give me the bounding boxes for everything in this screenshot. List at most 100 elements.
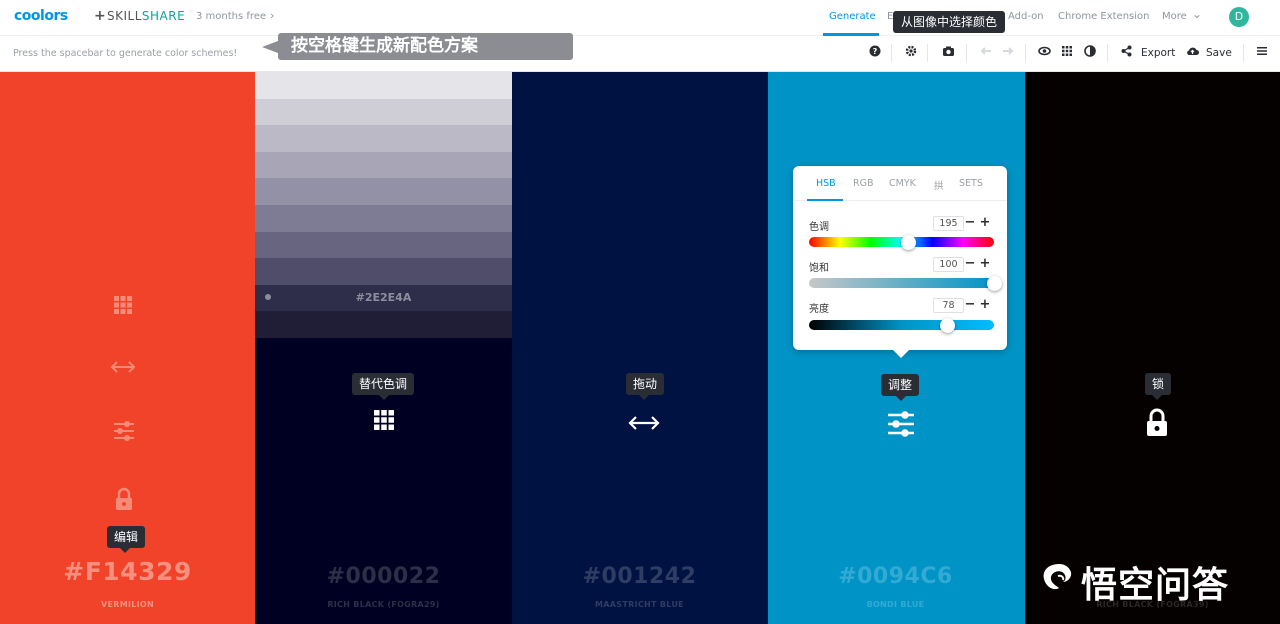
- tooltip-arrow: [896, 396, 906, 401]
- cloud-icon[interactable]: [1186, 45, 1199, 62]
- edit-tooltip: 编辑: [107, 526, 146, 548]
- menu-icon[interactable]: [1256, 45, 1268, 62]
- alternative-shades-tooltip: 替代色调: [352, 373, 415, 395]
- skillshare-logo[interactable]: SKILLSHARE: [107, 9, 185, 23]
- shade-swatch[interactable]: [255, 311, 512, 339]
- contrast-icon[interactable]: [1084, 45, 1096, 62]
- hue-value[interactable]: 195: [933, 216, 964, 231]
- color-name-2: RICH BLACK (FOGRA29): [327, 600, 440, 609]
- camera-icon[interactable]: [942, 45, 955, 62]
- save-button[interactable]: Save: [1206, 45, 1232, 61]
- nav-active-underline: [823, 33, 879, 36]
- drag-icon[interactable]: [110, 358, 136, 381]
- tab-rgb[interactable]: RGB: [853, 178, 873, 189]
- color-name-3: MAASTRICHT BLUE: [595, 600, 684, 609]
- promo-link[interactable]: 3 months free: [196, 11, 266, 22]
- hue-label: 色调: [809, 222, 829, 233]
- nav-addon[interactable]: Add-on: [1008, 11, 1044, 22]
- hex-code-4[interactable]: #0094C6: [768, 564, 1023, 589]
- hue-slider-handle[interactable]: [901, 234, 917, 250]
- color-name-4: BONDI BLUE: [866, 600, 925, 609]
- pick-from-image-tooltip: 从图像中选择颜色: [893, 11, 1006, 33]
- nav-generate[interactable]: Generate: [829, 11, 876, 22]
- shade-swatch[interactable]: [255, 98, 512, 126]
- adjust-icon[interactable]: [886, 409, 916, 444]
- adjust-icon[interactable]: [112, 419, 136, 448]
- drag-tooltip: 拖动: [626, 373, 665, 395]
- brightness-increment-button[interactable]: +: [978, 298, 992, 312]
- toolbar-divider: [1025, 44, 1026, 62]
- saturation-value[interactable]: 100: [933, 257, 964, 272]
- alternative-shades-icon[interactable]: [113, 295, 133, 320]
- spacebar-hint: Press the spacebar to generate color sch…: [13, 48, 238, 59]
- shade-swatch[interactable]: [255, 231, 512, 259]
- coolors-logo[interactable]: coolors: [14, 8, 68, 24]
- saturation-slider[interactable]: [809, 278, 994, 288]
- brightness-slider[interactable]: [809, 320, 994, 330]
- tooltip-arrow: [1152, 395, 1162, 400]
- toolbar-divider: [1107, 44, 1108, 62]
- saturation-slider-handle[interactable]: [986, 275, 1002, 291]
- lock-tooltip: 锁: [1145, 373, 1172, 395]
- nav-chrome-extension[interactable]: Chrome Extension: [1058, 11, 1150, 22]
- drag-icon[interactable]: [628, 413, 660, 438]
- hue-increment-button[interactable]: +: [978, 216, 992, 230]
- tab-hsb[interactable]: HSB: [816, 178, 836, 189]
- annotation-banner: 按空格键生成新配色方案: [278, 33, 573, 60]
- wukong-logo-icon: [1043, 564, 1072, 590]
- adjust-panel: HSB RGB CMYK 拱 SETS 色调 195 − + 饱和 100 − …: [793, 166, 1007, 350]
- share-icon[interactable]: [1121, 45, 1132, 62]
- saturation-decrement-button[interactable]: −: [963, 257, 977, 271]
- watermark: 悟空问答: [1024, 548, 1280, 606]
- brightness-value[interactable]: 78: [933, 298, 964, 313]
- tooltip-arrow: [379, 395, 389, 400]
- saturation-label: 饱和: [809, 263, 829, 274]
- adjust-tooltip: 调整: [881, 374, 920, 396]
- tooltip-arrow: [120, 548, 130, 553]
- alternative-shades-icon[interactable]: [373, 409, 395, 436]
- lock-icon[interactable]: [114, 487, 134, 516]
- redo-icon[interactable]: [1002, 45, 1014, 62]
- color-name-1: VERMILION: [100, 600, 155, 609]
- skillshare-logo-b: SHARE: [141, 9, 186, 23]
- toolbar-divider: [927, 44, 928, 62]
- hex-code-3[interactable]: #001242: [512, 564, 767, 589]
- shade-swatch[interactable]: [255, 125, 512, 153]
- hue-decrement-button[interactable]: −: [963, 216, 977, 230]
- nav-more[interactable]: More: [1162, 11, 1187, 22]
- partner-plus: +: [94, 8, 106, 24]
- brightness-decrement-button[interactable]: −: [963, 298, 977, 312]
- color-column-5[interactable]: [1025, 72, 1280, 624]
- grid-icon[interactable]: [1061, 45, 1073, 62]
- undo-icon[interactable]: [980, 45, 992, 62]
- shade-swatch[interactable]: [255, 72, 512, 99]
- tab-sets[interactable]: SETS: [959, 178, 983, 189]
- hex-code-2[interactable]: #000022: [256, 564, 511, 589]
- shade-hex-label: #2E2E4A: [355, 291, 412, 304]
- toolbar-divider: [1243, 44, 1244, 62]
- tooltip-arrow: [639, 395, 649, 400]
- color-column-3[interactable]: [512, 72, 768, 624]
- banner-pointer: [262, 41, 278, 53]
- brightness-slider-handle[interactable]: [940, 317, 956, 333]
- tab-lab[interactable]: 拱: [934, 178, 944, 192]
- settings-icon[interactable]: [905, 45, 917, 62]
- hex-code-1[interactable]: #F14329: [0, 557, 255, 586]
- eye-icon[interactable]: [1038, 45, 1051, 62]
- shade-swatch[interactable]: [255, 205, 512, 232]
- avatar[interactable]: D: [1229, 7, 1249, 27]
- lock-icon[interactable]: [1145, 407, 1169, 442]
- shade-swatch[interactable]: [255, 258, 512, 286]
- brightness-label: 亮度: [809, 304, 829, 315]
- toolbar-divider: [891, 44, 892, 62]
- saturation-increment-button[interactable]: +: [978, 257, 992, 271]
- shade-swatch[interactable]: [255, 151, 512, 179]
- chevron-right-icon: ›: [270, 9, 275, 22]
- top-navbar: coolors + SKILLSHARE 3 months free › Gen…: [0, 0, 1280, 36]
- help-icon[interactable]: ?: [869, 45, 881, 62]
- skillshare-logo-a: SKILL: [107, 9, 142, 23]
- panel-pointer: [893, 350, 909, 358]
- tab-cmyk[interactable]: CMYK: [889, 178, 916, 189]
- export-button[interactable]: Export: [1141, 45, 1175, 61]
- shade-swatch[interactable]: [255, 178, 512, 206]
